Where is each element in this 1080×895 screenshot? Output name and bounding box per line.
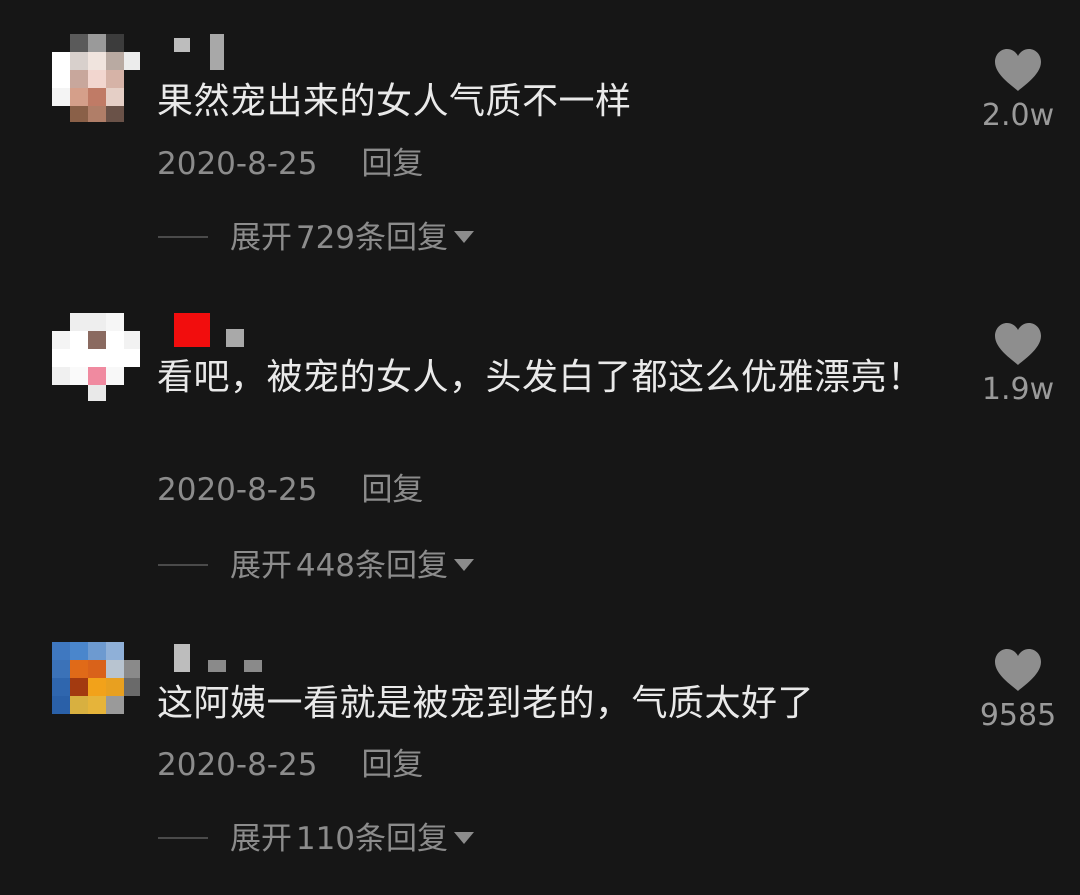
- expand-prefix: 展开: [230, 220, 292, 256]
- like-button[interactable]: 9585: [968, 648, 1068, 736]
- comment-meta: 2020-8-25 回复: [157, 142, 423, 186]
- expand-count: 448: [295, 548, 356, 584]
- expand-replies-button[interactable]: 展开 110条回复: [158, 817, 475, 861]
- heart-icon: [995, 649, 1041, 691]
- expand-count: 729: [295, 220, 356, 256]
- comment-date: 2020-8-25: [157, 747, 318, 783]
- comment-date: 2020-8-25: [157, 146, 318, 182]
- like-count: 2.0w: [981, 98, 1055, 133]
- expand-suffix: 条回复: [355, 548, 449, 584]
- reply-button[interactable]: 回复: [361, 468, 423, 512]
- divider-line: [158, 836, 208, 839]
- like-count: 9585: [979, 698, 1057, 733]
- expand-replies-button[interactable]: 展开 729条回复: [158, 216, 475, 260]
- comment-text: 果然宠出来的女人气质不一样: [157, 81, 632, 122]
- username[interactable]: [172, 34, 232, 70]
- comment-text: 看吧，被宠的女人，头发白了都这么优雅漂亮！: [157, 357, 924, 398]
- like-button[interactable]: 2.0w: [968, 48, 1068, 136]
- expand-prefix: 展开: [230, 548, 292, 584]
- avatar-image: [52, 313, 140, 401]
- like-count: 1.9w: [981, 372, 1055, 407]
- avatar-image: [52, 642, 140, 714]
- expand-prefix: 展开: [230, 821, 292, 857]
- avatar[interactable]: [52, 313, 140, 401]
- username-pixelated: [174, 644, 262, 672]
- comment-date: 2020-8-25: [157, 472, 318, 508]
- comment-meta: 2020-8-25 回复: [157, 743, 423, 787]
- comment-text: 这阿姨一看就是被宠到老的，气质太好了: [157, 683, 815, 724]
- expand-suffix: 条回复: [355, 821, 449, 857]
- avatar-image: [52, 34, 140, 122]
- username[interactable]: [172, 644, 264, 680]
- avatar[interactable]: [52, 34, 140, 122]
- divider-line: [158, 563, 208, 566]
- caret-down-icon: [454, 558, 475, 571]
- caret-down-icon: [454, 831, 475, 844]
- expand-replies-button[interactable]: 展开 448条回复: [158, 544, 475, 588]
- comment-meta: 2020-8-25 回复: [157, 468, 423, 512]
- caret-down-icon: [454, 230, 475, 243]
- reply-button[interactable]: 回复: [361, 743, 423, 787]
- expand-count: 110: [295, 821, 356, 857]
- username-pixelated: [174, 34, 224, 70]
- reply-button[interactable]: 回复: [361, 142, 423, 186]
- username[interactable]: [172, 313, 248, 349]
- heart-icon: [995, 323, 1041, 365]
- heart-icon: [995, 49, 1041, 91]
- expand-suffix: 条回复: [355, 220, 449, 256]
- like-button[interactable]: 1.9w: [968, 322, 1068, 410]
- avatar[interactable]: [52, 642, 140, 730]
- divider-line: [158, 235, 208, 238]
- username-pixelated: [174, 313, 244, 347]
